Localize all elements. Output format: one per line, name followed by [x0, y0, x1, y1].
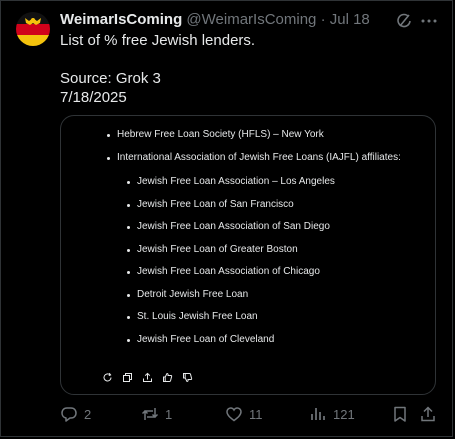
upload-icon: [421, 406, 435, 422]
tweet-text: List of % free Jewish lenders. Source: G…: [60, 32, 256, 106]
handle[interactable]: @WeimarIsComing: [186, 11, 316, 28]
repost-button[interactable]: 1: [141, 405, 172, 423]
view-count: 121: [333, 406, 355, 422]
tweet-actions: 2 1 11 121: [1, 401, 455, 427]
repost-count: 1: [165, 406, 173, 422]
views-icon: [311, 408, 325, 420]
display-name[interactable]: WeimarIsComing: [60, 11, 182, 28]
timestamp[interactable]: Jul 18: [330, 11, 370, 28]
bullet: [127, 339, 130, 342]
bullet: [107, 134, 110, 137]
sub-list-item: Jewish Free Loan of Greater Boston: [137, 244, 298, 255]
grok-icon[interactable]: [395, 12, 413, 30]
bullet: [127, 316, 130, 319]
bookmark-button[interactable]: [391, 405, 409, 423]
views-button[interactable]: 121: [309, 405, 355, 423]
sub-list-item: Jewish Free Loan of Cleveland: [137, 334, 275, 345]
share-button[interactable]: [419, 405, 437, 423]
flag-icon: [16, 12, 50, 46]
thumbs-up-icon: [163, 372, 173, 382]
copy-icon: [123, 373, 132, 382]
refresh-icon: [103, 372, 112, 382]
bookmark-icon: [394, 406, 406, 422]
avatar[interactable]: [16, 12, 50, 46]
bullet: [107, 157, 110, 160]
separator: ·: [320, 11, 326, 28]
bullet: [127, 204, 130, 207]
repost-icon: [141, 408, 159, 420]
sub-list-item: Detroit Jewish Free Loan: [137, 289, 249, 300]
like-count: 11: [249, 406, 263, 422]
list-item: Hebrew Free Loan Society (HFLS) – New Yo…: [117, 129, 324, 140]
sub-list-item: Jewish Free Loan of San Francisco: [137, 199, 294, 210]
thumbs-down-icon: [183, 373, 193, 383]
more-icon[interactable]: [420, 12, 438, 30]
like-button[interactable]: 11: [225, 405, 263, 423]
sub-list-item: Jewish Free Loan Association – Los Angel…: [137, 176, 335, 187]
bullet: [127, 181, 130, 184]
tweet-header: WeimarIsComing @WeimarIsComing · Jul 18: [60, 11, 370, 28]
heart-icon: [226, 407, 242, 422]
reply-button[interactable]: 2: [60, 405, 91, 423]
bullet: [127, 271, 130, 274]
reply-count: 2: [84, 406, 92, 422]
tweet-card[interactable]: WeimarIsComing @WeimarIsComing · Jul 18 …: [0, 0, 453, 437]
list-item: International Association of Jewish Free…: [117, 152, 401, 163]
sub-list-item: St. Louis Jewish Free Loan: [137, 311, 258, 322]
media-image[interactable]: Hebrew Free Loan Society (HFLS) – New Yo…: [60, 115, 436, 395]
bullet: [127, 226, 130, 229]
reply-icon: [61, 407, 77, 422]
share-icon: [143, 372, 152, 382]
sub-list-item: Jewish Free Loan Association of San Dieg…: [137, 221, 330, 232]
bullet: [127, 294, 130, 297]
bullet: [127, 249, 130, 252]
sub-list-item: Jewish Free Loan Association of Chicago: [137, 266, 320, 277]
